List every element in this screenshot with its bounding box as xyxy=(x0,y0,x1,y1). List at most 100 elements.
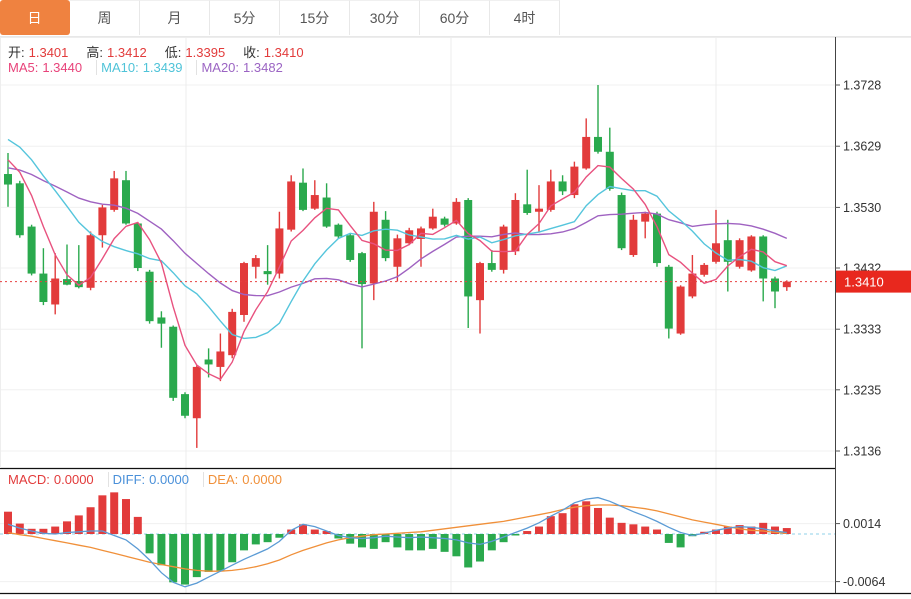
price-tick-label: 1.3235 xyxy=(843,383,881,397)
macd-bar xyxy=(181,534,189,585)
info-value: 0.0000 xyxy=(149,472,189,487)
macd-bar xyxy=(393,534,401,547)
info-label: DEA: xyxy=(208,472,238,487)
candle-body xyxy=(582,137,590,169)
candle-body xyxy=(370,212,378,284)
macd-bar xyxy=(629,524,637,534)
trading-chart-app: { "tabbar": { "tabs": [ {"id":"day","lab… xyxy=(0,0,911,599)
tab-30min[interactable]: 30分 xyxy=(350,0,420,35)
candle-body xyxy=(429,217,437,229)
info-group: 开: 1.3401 xyxy=(8,45,82,60)
macd-bar xyxy=(205,534,213,572)
tab-15min[interactable]: 15分 xyxy=(280,0,350,35)
info-value: 1.3440 xyxy=(42,60,82,75)
macd-bar xyxy=(653,530,661,534)
candle-body xyxy=(500,227,508,270)
macd-bar xyxy=(641,527,649,534)
candle-body xyxy=(594,137,602,152)
candle-body xyxy=(4,174,12,185)
tab-week[interactable]: 周 xyxy=(70,0,140,35)
candle-body xyxy=(216,351,224,366)
macd-bar xyxy=(4,512,12,534)
candle-body xyxy=(311,195,319,209)
info-value: 1.3401 xyxy=(29,45,69,60)
info-group: MA5: 1.3440 xyxy=(8,60,97,75)
candle-body xyxy=(169,327,177,398)
macd-bar xyxy=(523,531,531,534)
info-label: MA10: xyxy=(101,60,139,75)
candle-body xyxy=(51,279,59,305)
price-tick-label: 1.3728 xyxy=(843,79,881,93)
macd-bar xyxy=(51,527,59,534)
macd-bar xyxy=(382,534,390,542)
candle-body xyxy=(559,181,567,191)
candle-body xyxy=(264,271,272,274)
info-label: DIFF: xyxy=(113,472,146,487)
candle-body xyxy=(28,227,36,274)
info-group: 低:1.3395 xyxy=(165,45,239,60)
macd-bar xyxy=(618,523,626,534)
macd-bar xyxy=(535,527,543,534)
macd-bar xyxy=(476,534,484,562)
macd-bar xyxy=(464,534,472,567)
macd-bar xyxy=(665,534,673,543)
macd-bar xyxy=(429,534,437,549)
tab-day[interactable]: 日 xyxy=(0,0,70,35)
candlestick-chart[interactable]: 1.37281.36291.35301.34321.33331.32351.31… xyxy=(0,37,911,599)
candle-body xyxy=(334,225,342,237)
macd-bar xyxy=(146,534,154,553)
timeframe-tabbar: 日周月5分15分30分60分4时 xyxy=(0,0,911,37)
ma-info-row: MA5: 1.3440 MA10: 1.3439 MA20:1.3482 xyxy=(8,60,301,75)
candle-body xyxy=(323,198,331,227)
candle-body xyxy=(759,236,767,278)
macd-bar xyxy=(122,499,130,534)
info-value: 1.3395 xyxy=(185,45,225,60)
candles-group xyxy=(4,85,791,448)
info-group: DIFF:0.0000 xyxy=(113,472,204,487)
macd-bar xyxy=(606,518,614,534)
candle-body xyxy=(181,394,189,416)
macd-bar xyxy=(275,534,283,538)
info-label: 收: xyxy=(243,45,260,60)
info-group: MA20:1.3482 xyxy=(201,60,296,75)
price-tick-label: 1.3530 xyxy=(843,201,881,215)
candle-body xyxy=(193,367,201,418)
info-group: MACD:0.0000 xyxy=(8,472,109,487)
candle-body xyxy=(677,287,685,334)
macd-bar xyxy=(559,513,567,534)
macd-bar xyxy=(452,534,460,556)
last-price-tag: 1.3410 xyxy=(836,271,911,293)
macd-bar xyxy=(252,534,260,544)
tab-5min[interactable]: 5分 xyxy=(210,0,280,35)
macd-tick-label: -0.0064 xyxy=(843,575,885,589)
macd-bar xyxy=(157,534,165,565)
candle-body xyxy=(287,181,295,229)
candle-body xyxy=(393,238,401,266)
candle-body xyxy=(240,263,248,315)
info-value: 1.3439 xyxy=(143,60,183,75)
tab-4hour[interactable]: 4时 xyxy=(490,0,560,35)
candle-body xyxy=(511,200,519,251)
tab-month[interactable]: 月 xyxy=(140,0,210,35)
candle-body xyxy=(488,263,496,270)
candle-body xyxy=(134,223,142,268)
candle-body xyxy=(535,209,543,212)
macd-bar xyxy=(228,534,236,562)
macd-bar xyxy=(570,504,578,534)
macd-bar xyxy=(441,534,449,552)
info-value: 1.3482 xyxy=(243,60,283,75)
info-label: 开: xyxy=(8,45,25,60)
price-axis: 1.37281.36291.35301.34321.33331.32351.31… xyxy=(835,79,881,459)
info-value: 0.0000 xyxy=(242,472,282,487)
macd-bar xyxy=(264,534,272,542)
candle-body xyxy=(98,207,106,235)
candle-body xyxy=(358,253,366,284)
candle-body xyxy=(618,195,626,248)
info-value: 0.0000 xyxy=(54,472,94,487)
candle-body xyxy=(39,274,47,302)
macd-tick-label: 0.0014 xyxy=(843,517,881,531)
last-price-value: 1.3410 xyxy=(844,275,884,290)
candle-body xyxy=(382,220,390,258)
info-label: MA5: xyxy=(8,60,38,75)
tab-60min[interactable]: 60分 xyxy=(420,0,490,35)
